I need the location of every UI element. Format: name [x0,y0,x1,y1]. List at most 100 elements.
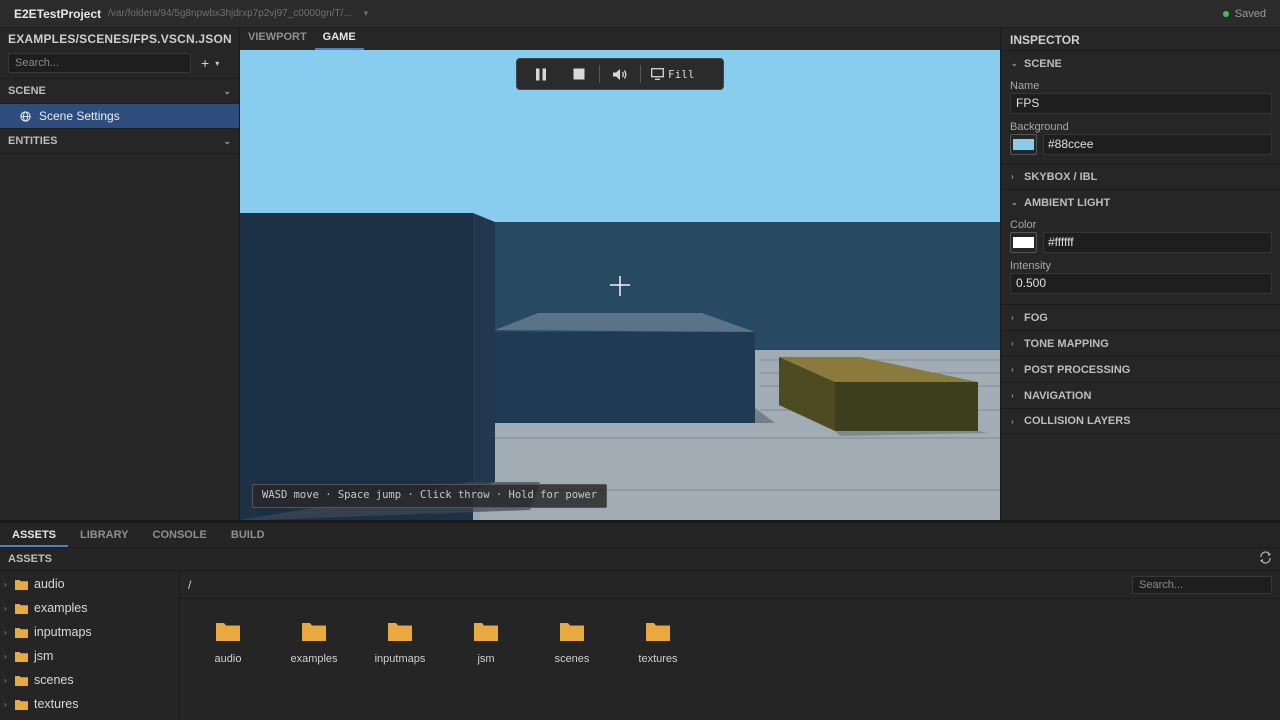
folder-tile-label: scenes [554,653,590,665]
scene-section-label: SCENE [8,85,46,97]
chevron-right-icon: › [1011,172,1014,181]
folder-icon [15,651,28,662]
plus-icon: + [201,55,210,71]
refresh-icon [1260,551,1271,564]
scene-file-title: EXAMPLES/SCENES/FPS.VSCN.JSON [8,32,232,46]
game-render[interactable] [240,50,1000,520]
stop-button[interactable] [563,62,595,86]
chevron-right-icon: › [4,627,7,637]
chevron-right-icon: › [1011,391,1014,400]
inspector-panel: INSPECTOR ⌄ SCENE Name FPS Background #8… [1000,28,1280,520]
chevron-down-icon: ⌄ [1011,59,1018,68]
scene-section-header[interactable]: SCENE ⌄ [0,78,239,104]
inspector-section-navigation[interactable]: › NAVIGATION [1001,382,1280,408]
chevron-down-icon[interactable]: ▾ [364,8,369,19]
folder-tile-label: examples [290,653,338,665]
save-status: Saved [1222,7,1266,20]
chevron-right-icon: › [1011,416,1014,426]
folder-icon [15,603,28,614]
tree-item-examples[interactable]: › examples [0,596,179,620]
background-swatch-fill [1013,139,1034,150]
hierarchy-search-input[interactable] [8,53,191,73]
game-view[interactable]: Fill WASD move · Space jump · Click thro… [240,50,1000,520]
folder-tile-inputmaps[interactable]: inputmaps [357,621,443,665]
chevron-right-icon: › [1011,313,1014,322]
mute-button[interactable] [604,62,636,86]
asset-search-input[interactable] [1132,576,1272,594]
inspector-section-ambient-light[interactable]: ⌄ AMBIENT LIGHT [1001,189,1280,215]
tab-game[interactable]: GAME [314,28,364,50]
scene-name-field[interactable]: FPS [1010,93,1272,114]
inspector-section-fog[interactable]: › FOG [1001,304,1280,330]
ambient-swatch-fill [1013,237,1034,248]
folder-tile-scenes[interactable]: scenes [529,621,615,665]
tab-viewport[interactable]: VIEWPORT [240,28,315,50]
inspector-section-tone-mapping[interactable]: › TONE MAPPING [1001,330,1280,356]
chevron-down-icon: ▾ [215,58,220,68]
tab-assets[interactable]: ASSETS [0,523,69,547]
folder-icon [15,675,28,686]
folder-icon [15,699,28,710]
refresh-button[interactable] [1259,551,1272,567]
inspector-title: INSPECTOR [1010,33,1080,47]
chevron-right-icon: › [1011,339,1014,348]
folder-tile-label: audio [214,653,242,665]
save-status-label: Saved [1234,7,1266,20]
tab-build[interactable]: BUILD [219,523,277,547]
bottom-panel: ASSETS LIBRARY CONSOLE BUILD ASSETS › au… [0,520,1280,720]
tree-item-audio[interactable]: › audio [0,572,179,596]
entities-section-label: ENTITIES [8,135,58,147]
inspector-section-post-processing[interactable]: › POST PROCESSING [1001,356,1280,382]
background-color-swatch[interactable] [1010,134,1037,155]
background-color-field[interactable]: #88ccee [1043,134,1272,155]
fill-mode-label: Fill [668,67,695,81]
intensity-field[interactable]: 0.500 [1010,273,1272,294]
scene-hierarchy-panel: EXAMPLES/SCENES/FPS.VSCN.JSON + ▾ SCENE … [0,28,240,520]
scene-settings-item[interactable]: Scene Settings [0,104,239,128]
project-name: E2ETestProject [14,6,102,21]
stop-icon [573,68,585,80]
monitor-icon [651,68,664,80]
fill-mode-button[interactable]: Fill [651,68,695,81]
entities-section-header[interactable]: ENTITIES ⌄ [0,128,239,154]
tree-item-inputmaps[interactable]: › inputmaps [0,620,179,644]
pause-icon [536,68,546,80]
scene-settings-label: Scene Settings [39,109,120,123]
asset-path-bar: / [180,572,1280,599]
inspector-section-collision-layers[interactable]: › COLLISION LAYERS [1001,408,1280,434]
folder-tile-jsm[interactable]: jsm [443,621,529,665]
game-toolbar: Fill [516,58,724,90]
folder-icon [388,623,412,641]
folder-tile-textures[interactable]: textures [615,621,701,665]
asset-folder-tree: › audio › examples › inputmaps › jsm › s… [0,572,180,720]
intensity-label: Intensity [1010,260,1051,272]
inspector-section-skybox[interactable]: › SKYBOX / IBL [1001,163,1280,189]
section-label: SKYBOX / IBL [1024,170,1098,183]
folder-tile-label: inputmaps [374,653,426,665]
tree-item-label: jsm [34,649,54,663]
inspector-section-scene[interactable]: ⌄ SCENE [1001,50,1280,76]
tree-item-jsm[interactable]: › jsm [0,644,179,668]
chevron-right-icon: › [1011,365,1014,374]
section-label: POST PROCESSING [1024,363,1131,376]
tree-item-scenes[interactable]: › scenes [0,668,179,692]
tree-item-label: inputmaps [34,625,92,639]
project-path[interactable]: /var/folders/94/5g8npwbx3hjdrxp7p2vj97_c… [108,8,352,19]
tree-item-textures[interactable]: › textures [0,692,179,716]
pause-button[interactable] [525,62,557,86]
assets-title: ASSETS [8,553,53,565]
tab-library[interactable]: LIBRARY [68,523,140,547]
ambient-color-swatch[interactable] [1010,232,1037,253]
breadcrumb[interactable]: / [188,578,191,592]
tab-console[interactable]: CONSOLE [141,523,219,547]
ambient-color-field[interactable]: #ffffff [1043,232,1272,253]
folder-tile-audio[interactable]: audio [185,621,271,665]
folder-tile-examples[interactable]: examples [271,621,357,665]
add-entity-button[interactable]: + ▾ [201,55,219,71]
tree-item-label: examples [34,601,88,615]
folder-icon [646,623,670,641]
toolbar-divider [640,65,641,83]
chevron-right-icon: › [4,603,7,613]
section-label: AMBIENT LIGHT [1024,196,1111,209]
tree-item-label: scenes [34,673,74,687]
